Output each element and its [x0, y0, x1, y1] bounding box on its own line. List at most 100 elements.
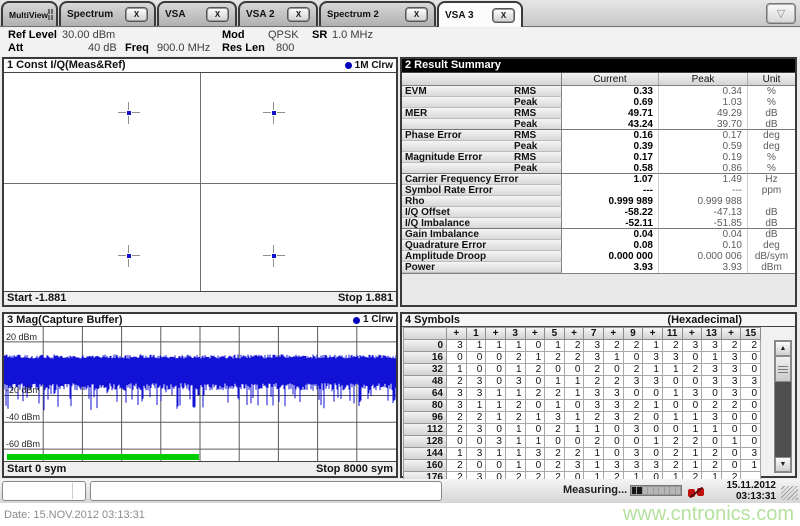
result-current-value: 0.08 [562, 240, 658, 251]
symbol-value: 2 [623, 340, 644, 352]
symbol-value: 2 [447, 424, 467, 436]
tab-vsa-2[interactable]: VSA 2 X [238, 1, 318, 26]
close-icon[interactable]: X [287, 7, 310, 22]
tab-vsa-3[interactable]: VSA 3 X [437, 1, 523, 27]
result-peak-value: 0.86 [658, 163, 747, 174]
tab-multiview[interactable]: MultiView [1, 1, 58, 26]
symbols-row-offset: 112 [403, 424, 447, 436]
result-unit-value: dB/sym [747, 251, 795, 262]
result-label-cell: Gain Imbalance [402, 229, 562, 240]
symbols-row-offset: 32 [403, 364, 447, 376]
symbol-value: 0 [447, 436, 467, 448]
mag-trace [3, 327, 397, 461]
result-row: Phase Error RMS 0.16 0.17 deg [402, 130, 795, 141]
result-label-cell: Peak [402, 97, 562, 108]
symbols-row-offset: 0 [403, 340, 447, 352]
symbols-scrollbar[interactable]: ▲ ▼ [774, 340, 792, 473]
tab-label: VSA 2 [246, 9, 275, 20]
measure-progress-bar [630, 485, 682, 496]
result-summary-titlebar[interactable]: 2 Result Summary [402, 59, 795, 73]
symbol-value: 2 [564, 352, 585, 364]
symbols-column-header: + [564, 327, 585, 340]
close-icon[interactable]: X [206, 7, 229, 22]
freq-value: 900.0 MHz [157, 42, 211, 54]
symbols-column-header: 13 [702, 327, 722, 340]
y-axis-label: -60 dBm [6, 439, 41, 450]
symbols-row: 32 1 0 0 1 2 0 0 2 0 2 1 1 2 3 3 0 [403, 364, 761, 376]
chevron-down-icon[interactable]: ▽ [766, 3, 796, 24]
tab-spectrum-2[interactable]: Spectrum 2 X [319, 1, 436, 26]
close-icon[interactable]: X [492, 7, 515, 23]
result-label-cell: Rho [402, 196, 562, 207]
result-peak-value: -51.85 [658, 218, 747, 229]
symbol-value: 0 [466, 364, 487, 376]
result-label-cell: Peak [402, 141, 562, 152]
result-peak-value: 0.34 [658, 86, 747, 97]
symbol-value: 3 [486, 436, 506, 448]
symbols-format-label: (Hexadecimal) [667, 314, 742, 326]
symbols-column-header: 1 [466, 327, 487, 340]
tab-vsa[interactable]: VSA X [157, 1, 237, 26]
scroll-up-icon[interactable]: ▲ [775, 341, 791, 356]
symbol-value: 3 [466, 376, 487, 388]
header-corner-cell [402, 73, 562, 85]
symbol-value: 0 [486, 424, 506, 436]
symbols-row: 128 0 0 3 1 1 0 0 2 0 0 1 2 2 0 1 0 [403, 436, 761, 448]
symbol-value: 1 [447, 448, 467, 460]
resize-grip-icon[interactable] [781, 486, 798, 500]
mag-capture-titlebar[interactable]: 3 Mag(Capture Buffer) 1 Clrw [4, 314, 396, 327]
symbol-value: 0 [643, 424, 663, 436]
scroll-thumb[interactable] [775, 356, 791, 382]
symbol-value: 0 [466, 436, 487, 448]
symbol-value: 1 [564, 424, 585, 436]
tab-label: Spectrum [67, 9, 114, 20]
result-label-cell: Carrier Frequency Error [402, 174, 562, 185]
symbol-value: 3 [447, 388, 467, 400]
symbol-value: 1 [682, 412, 703, 424]
symbol-value: 2 [447, 412, 467, 424]
symbol-value: 2 [525, 364, 546, 376]
symbol-value: 0 [721, 412, 742, 424]
bottom-strip: Date: 15.NOV.2012 03:13:31 www.cntronics… [0, 503, 800, 525]
result-unit-value: % [747, 163, 795, 174]
symbol-value: 0 [604, 364, 624, 376]
symbol-value: 1 [682, 460, 703, 472]
symbols-row: 03111012322123322 [403, 340, 761, 352]
symbol-value: 0 [662, 400, 683, 412]
symbol-value: 1 [486, 412, 506, 424]
symbol-value: 1 [564, 412, 585, 424]
symbol-value: 1 [702, 352, 722, 364]
symbol-value: 1 [643, 364, 663, 376]
trace-legend: 1M Clrw [344, 59, 393, 72]
result-table-header: Current Peak Unit [402, 73, 795, 86]
symbols-titlebar[interactable]: 4 Symbols (Hexadecimal) [402, 314, 795, 327]
symbol-value: 2 [584, 436, 604, 448]
result-row: I/Q Offset -58.22 -47.13 dB [402, 207, 795, 218]
symbol-value: 2 [623, 412, 644, 424]
scroll-down-icon[interactable]: ▼ [775, 457, 791, 472]
symbols-window: 4 Symbols (Hexadecimal) +1 +3 +5 +7 +9 +11 +13… [400, 312, 797, 484]
close-icon[interactable]: X [125, 7, 148, 22]
result-unit-value: dB [747, 207, 795, 218]
symbol-value: 3 [623, 424, 644, 436]
symbol-value: 2 [682, 436, 703, 448]
constellation-window-titlebar[interactable]: 1 Const I/Q(Meas&Ref) 1M Clrw [4, 59, 396, 73]
symbol-value: 1 [525, 412, 546, 424]
symbol-value: 3 [643, 352, 663, 364]
close-icon[interactable]: X [405, 7, 428, 22]
tab-spectrum[interactable]: Spectrum X [59, 1, 156, 26]
symbol-value: 2 [721, 400, 742, 412]
ref-level-label: Ref Level [8, 29, 57, 41]
constellation-axis-footer: Start -1.881 Stop 1.881 [4, 291, 396, 305]
result-row: Carrier Frequency Error 1.07 1.49 Hz [402, 174, 795, 185]
constellation-window: 1 Const I/Q(Meas&Ref) 1M Clrw Start -1.8… [2, 57, 398, 307]
sr-label: SR [312, 29, 328, 41]
symbol-value: 1 [604, 352, 624, 364]
measuring-label: Measuring... [563, 484, 628, 496]
symbol-value: 0 [545, 364, 565, 376]
result-row: Peak 0.39 0.59 deg [402, 141, 795, 152]
symbol-value: 2 [662, 448, 683, 460]
symbol-value: 3 [721, 352, 742, 364]
symbol-value: 0 [623, 436, 644, 448]
result-current-value: 1.07 [562, 174, 658, 185]
